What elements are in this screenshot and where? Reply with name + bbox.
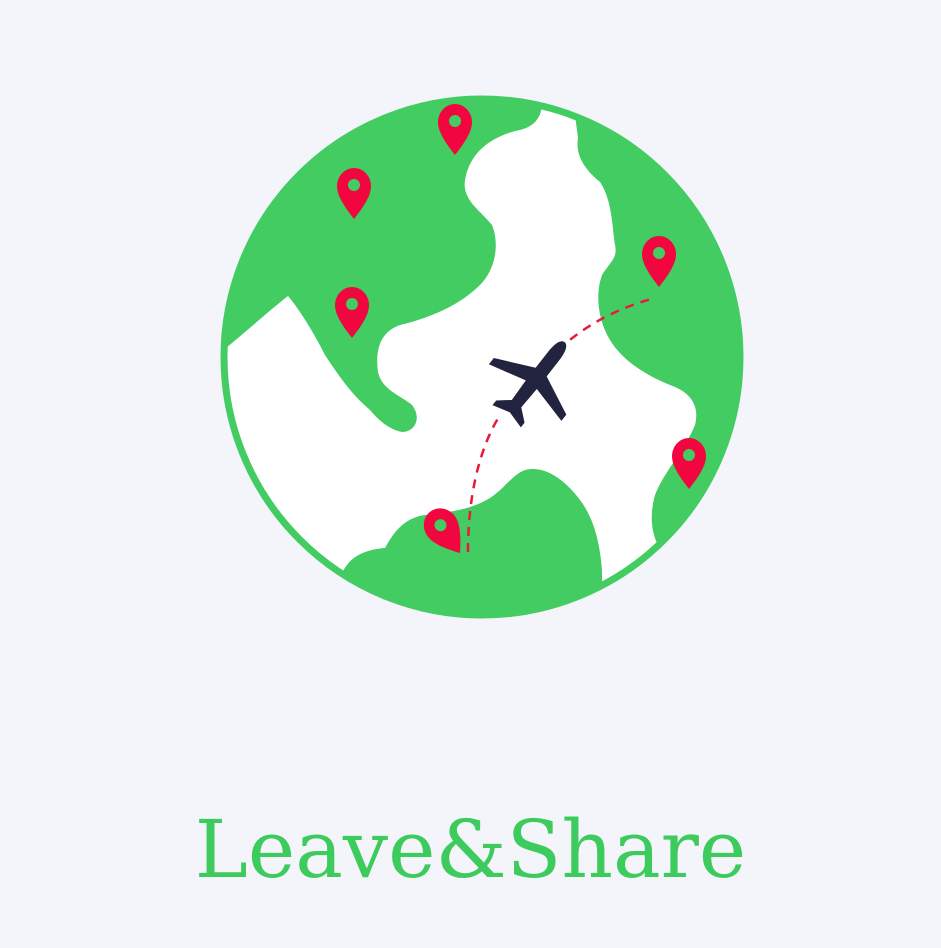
brand-name: Leave&Share — [194, 803, 747, 896]
